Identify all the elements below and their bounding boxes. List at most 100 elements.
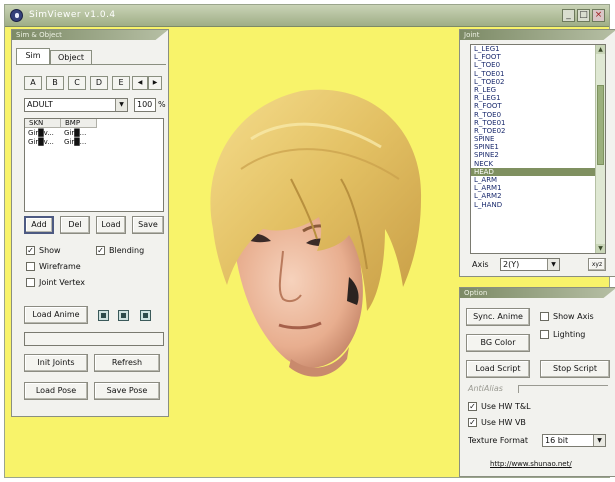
load-button[interactable]: Load — [96, 216, 126, 234]
load-script-button[interactable]: Load Script — [466, 360, 530, 378]
init-joints-button[interactable]: Init Joints — [24, 354, 88, 372]
joint-item[interactable]: R_TOE01 — [471, 119, 605, 127]
head-model — [210, 89, 422, 377]
skin-cell[interactable]: Gir█v... — [28, 129, 54, 138]
anime-file-field[interactable] — [24, 332, 164, 346]
joint-item[interactable]: NECK — [471, 160, 605, 168]
close-icon[interactable]: × — [592, 9, 605, 22]
skin-list[interactable]: SKN BMP Gir█v... Gir█... Gir█v... Gir█..… — [24, 118, 164, 212]
bump-cell[interactable]: Gir█... — [64, 138, 86, 147]
show-label: Show — [39, 246, 61, 255]
scroll-down-icon[interactable]: ▼ — [596, 244, 605, 253]
refresh-button[interactable]: Refresh — [94, 354, 160, 372]
size-unit: % — [158, 100, 166, 109]
size-field[interactable]: 100 — [134, 98, 156, 112]
stop-icon[interactable] — [118, 310, 129, 321]
show-axis-checkbox[interactable] — [540, 312, 549, 321]
joint-item[interactable]: R_LEG — [471, 86, 605, 94]
joint-item[interactable]: R_FOOT — [471, 102, 605, 110]
tab-letter-e[interactable]: E — [112, 76, 130, 90]
show-checkbox[interactable]: ✓ — [26, 246, 35, 255]
skin-column-header[interactable]: SKN — [25, 119, 61, 128]
joint-panel: Joint L_LEG1 L_FOOT L_TOE0 L_TOE01 L_TOE02 R_… — [459, 29, 615, 277]
scroll-thumb[interactable] — [597, 85, 604, 165]
minimize-icon[interactable]: _ — [562, 9, 575, 22]
joint-item[interactable]: R_TOE02 — [471, 127, 605, 135]
antialias-label: AntiAlias — [468, 384, 503, 393]
blending-checkbox[interactable]: ✓ — [96, 246, 105, 255]
age-select[interactable]: ADULT ▼ — [24, 98, 128, 112]
tab-sim[interactable]: Sim — [16, 48, 50, 64]
joint-vertex-checkbox[interactable] — [26, 278, 35, 287]
step-icon[interactable] — [140, 310, 151, 321]
website-link[interactable]: http://www.shunao.net/ — [490, 460, 572, 468]
joint-list[interactable]: L_LEG1 L_FOOT L_TOE0 L_TOE01 L_TOE02 R_LEG R_L… — [470, 44, 606, 254]
tab-letter-d[interactable]: D — [90, 76, 108, 90]
bump-column-header[interactable]: BMP — [61, 119, 97, 128]
use-hw-vb-label: Use HW VB — [481, 418, 526, 427]
sync-anime-button[interactable]: Sync. Anime — [466, 308, 530, 326]
chevron-down-icon: ▼ — [593, 435, 605, 446]
option-panel: Option Sync. Anime Show Axis BG Color Li… — [459, 287, 615, 477]
axis-reset-button[interactable]: xyz — [588, 258, 606, 271]
joint-item[interactable]: L_ARM2 — [471, 192, 605, 200]
panel-title: Sim & Object — [16, 31, 62, 39]
joint-item[interactable]: L_LEG1 — [471, 45, 605, 53]
use-hw-tnl-checkbox[interactable]: ✓ — [468, 402, 477, 411]
joint-item[interactable]: L_TOE0 — [471, 61, 605, 69]
joint-item[interactable]: R_LEG1 — [471, 94, 605, 102]
joint-item[interactable]: SPINE1 — [471, 143, 605, 151]
joint-item[interactable]: L_HAND — [471, 201, 605, 209]
tab-scroll-right-icon[interactable]: ▶ — [148, 76, 162, 90]
stop-script-button[interactable]: Stop Script — [540, 360, 610, 378]
show-axis-label: Show Axis — [553, 312, 594, 321]
tab-letter-c[interactable]: C — [68, 76, 86, 90]
chevron-down-icon: ▼ — [547, 259, 559, 270]
joint-item[interactable]: L_ARM — [471, 176, 605, 184]
panel-title: Joint — [464, 31, 480, 39]
title-bar[interactable]: SimViewer v1.0.4 _ □ × — [5, 5, 609, 27]
joint-item[interactable]: R_TOE0 — [471, 111, 605, 119]
3d-viewport[interactable] — [171, 29, 457, 477]
antialias-slider[interactable] — [518, 385, 608, 393]
save-button[interactable]: Save — [132, 216, 164, 234]
use-hw-vb-checkbox[interactable]: ✓ — [468, 418, 477, 427]
joint-item[interactable]: L_FOOT — [471, 53, 605, 61]
chevron-down-icon: ▼ — [115, 99, 127, 111]
app-window: SimViewer v1.0.4 _ □ × Sim & Object Sim … — [4, 4, 615, 478]
save-pose-button[interactable]: Save Pose — [94, 382, 160, 400]
joint-item[interactable]: HEAD — [471, 167, 605, 176]
window-controls: _ □ × — [562, 9, 605, 22]
tab-letter-b[interactable]: B — [46, 76, 64, 90]
tab-object[interactable]: Object — [50, 50, 92, 64]
tab-scroll-left-icon[interactable]: ◀ — [132, 76, 148, 90]
lighting-checkbox[interactable] — [540, 330, 549, 339]
axis-select[interactable]: 2(Y) ▼ — [500, 258, 560, 271]
maximize-icon[interactable]: □ — [577, 9, 590, 22]
joint-list-scrollbar[interactable]: ▲ ▼ — [595, 45, 605, 253]
joint-item[interactable]: L_TOE02 — [471, 78, 605, 86]
scroll-up-icon[interactable]: ▲ — [596, 45, 605, 54]
app-logo-icon — [10, 9, 23, 22]
joint-item[interactable]: L_ARM1 — [471, 184, 605, 192]
joint-vertex-label: Joint Vertex — [39, 278, 85, 287]
load-pose-button[interactable]: Load Pose — [24, 382, 88, 400]
tab-letter-a[interactable]: A — [24, 76, 42, 90]
panel-header: Sim & Object — [12, 30, 168, 40]
joint-item[interactable]: SPINE — [471, 135, 605, 143]
add-button[interactable]: Add — [24, 216, 54, 234]
load-anime-button[interactable]: Load Anime — [24, 306, 88, 324]
delete-button[interactable]: Del — [60, 216, 90, 234]
panel-title: Option — [464, 289, 488, 297]
bump-cell[interactable]: Gir█... — [64, 129, 86, 138]
panel-header: Option — [460, 288, 615, 298]
axis-select-value: 2(Y) — [503, 260, 520, 269]
lighting-label: Lighting — [553, 330, 586, 339]
bg-color-button[interactable]: BG Color — [466, 334, 530, 352]
skin-cell[interactable]: Gir█v... — [28, 138, 54, 147]
joint-item[interactable]: SPINE2 — [471, 151, 605, 159]
play-icon[interactable] — [98, 310, 109, 321]
wireframe-checkbox[interactable] — [26, 262, 35, 271]
joint-item[interactable]: L_TOE01 — [471, 70, 605, 78]
texture-format-select[interactable]: 16 bit ▼ — [542, 434, 606, 447]
